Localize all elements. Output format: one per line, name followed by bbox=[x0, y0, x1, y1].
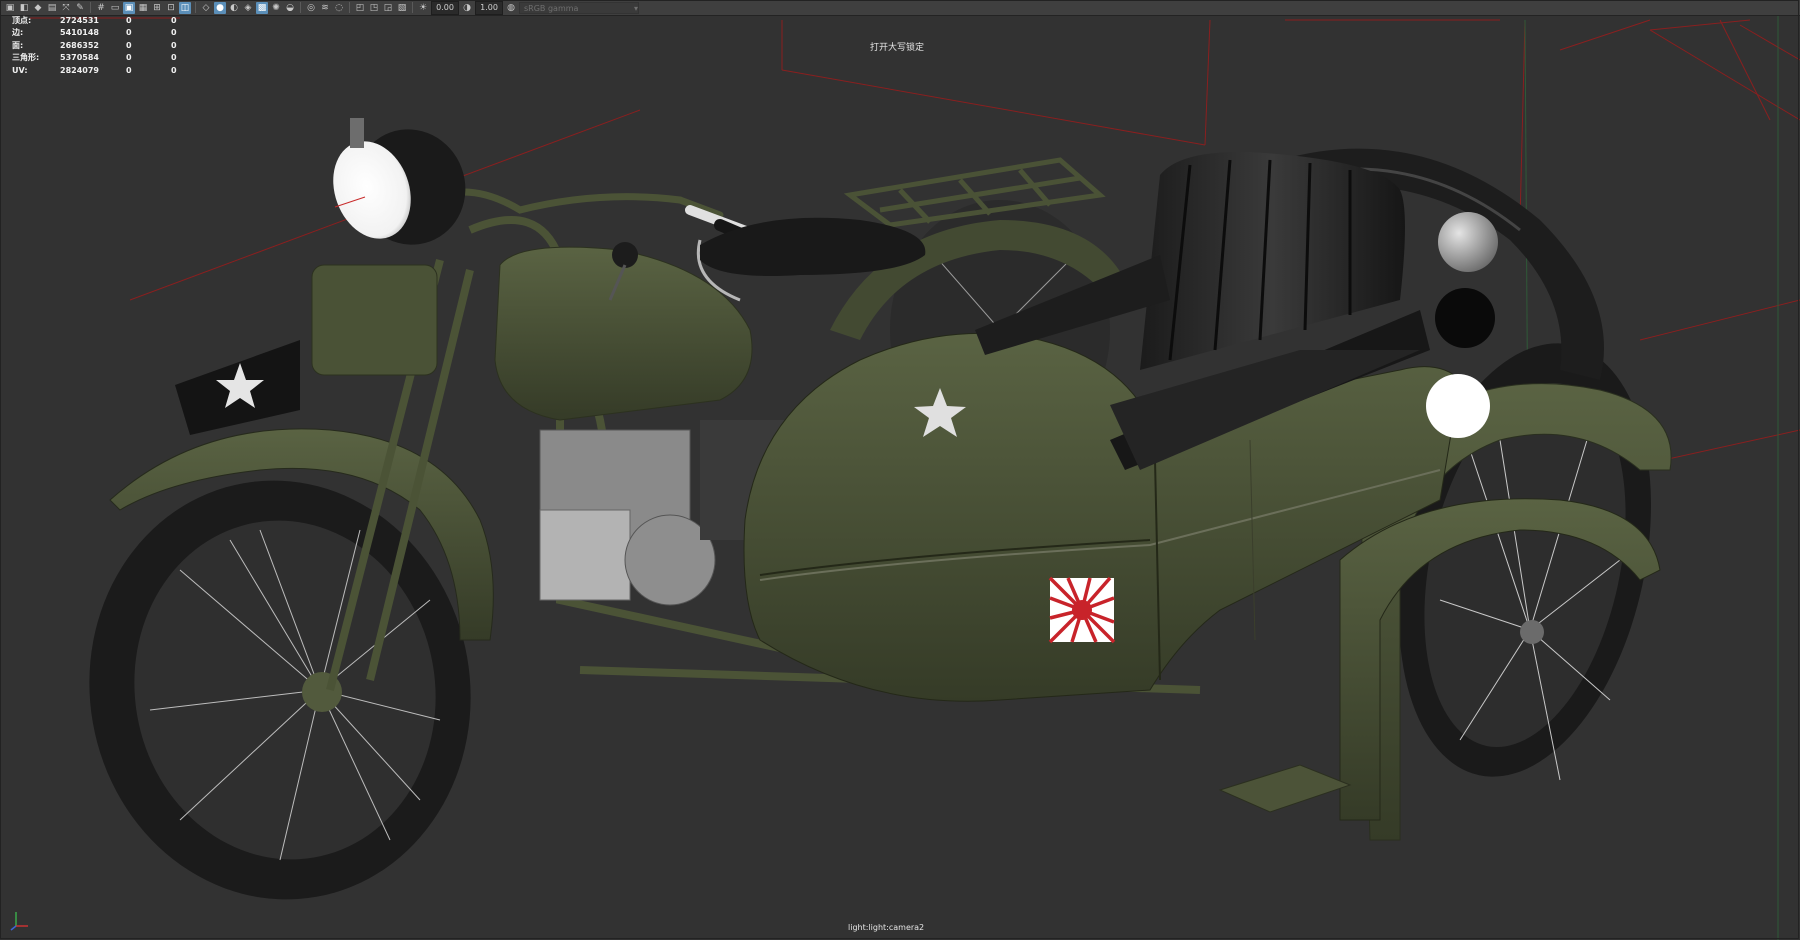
exposure-icon[interactable]: ☀ bbox=[417, 2, 429, 14]
view-transform-value: sRGB gamma bbox=[524, 3, 579, 13]
hud-value-visible: 0 bbox=[171, 53, 177, 63]
hud-value-selected: 0 bbox=[126, 15, 132, 25]
poly-count-hud: 顶点: 2724531 0 0 边: 5410148 0 0 面: 268635… bbox=[12, 14, 191, 77]
hud-row-edges: 边: 5410148 0 0 bbox=[12, 27, 191, 40]
axis-gizmo-icon bbox=[10, 912, 28, 931]
anti-aliasing-icon[interactable]: ◌ bbox=[333, 2, 345, 14]
hud-value-selected: 0 bbox=[126, 65, 132, 75]
hud-label: UV: bbox=[12, 65, 28, 75]
toolbar-separator bbox=[195, 2, 196, 13]
fuel-tank bbox=[494, 246, 753, 421]
toolbar-separator bbox=[90, 2, 91, 13]
safe-action-icon[interactable]: ⊡ bbox=[165, 2, 177, 14]
isolate-select-icon[interactable]: ◰ bbox=[354, 2, 366, 14]
camera-name-label: light:light:camera2 bbox=[848, 923, 925, 932]
image-plane-icon[interactable]: ▤ bbox=[46, 2, 58, 14]
camera-icon[interactable]: ▣ bbox=[4, 2, 16, 14]
light-sphere-grey bbox=[1438, 212, 1498, 272]
xray-icon[interactable]: ◳ bbox=[368, 2, 380, 14]
hud-value-selected: 0 bbox=[126, 53, 132, 63]
wireframe-icon[interactable]: ◇ bbox=[200, 2, 212, 14]
light-sphere-white bbox=[1426, 374, 1490, 438]
two-d-pan-icon[interactable]: ⤧ bbox=[60, 2, 72, 14]
motion-blur-icon[interactable]: ≋ bbox=[319, 2, 331, 14]
hud-value-total: 2824079 bbox=[60, 65, 99, 75]
hud-value-total: 2686352 bbox=[60, 40, 99, 50]
hud-label: 顶点: bbox=[12, 15, 32, 25]
gamma-field[interactable]: 1.00 bbox=[475, 0, 503, 15]
shadows-icon[interactable]: ◒ bbox=[284, 2, 296, 14]
hud-row-vertices: 顶点: 2724531 0 0 bbox=[12, 14, 191, 27]
luggage-rack bbox=[843, 157, 1106, 228]
hud-value-total: 2724531 bbox=[60, 15, 99, 25]
exposure-field[interactable]: 0.00 bbox=[431, 0, 459, 15]
field-chart-icon[interactable]: ⊞ bbox=[151, 2, 163, 14]
caps-lock-message: 打开大写锁定 bbox=[870, 43, 925, 53]
hud-label: 边: bbox=[12, 28, 24, 38]
gamma-icon[interactable]: ◑ bbox=[461, 2, 473, 14]
film-gate-icon[interactable]: ▭ bbox=[109, 2, 121, 14]
ambient-occlusion-icon[interactable]: ◎ bbox=[305, 2, 317, 14]
gate-mask-icon[interactable]: ▦ bbox=[137, 2, 149, 14]
toolbar-separator bbox=[412, 2, 413, 13]
safe-title-icon[interactable]: ◫ bbox=[179, 1, 191, 14]
footboard bbox=[1218, 764, 1352, 813]
chevron-down-icon: ▾ bbox=[633, 3, 638, 13]
toolbar-separator bbox=[349, 2, 350, 13]
hud-value-selected: 0 bbox=[126, 40, 132, 50]
hud-value-visible: 0 bbox=[171, 28, 177, 38]
hud-row-faces: 面: 2686352 0 0 bbox=[12, 39, 191, 52]
color-management-icon[interactable]: ◍ bbox=[505, 2, 517, 14]
wireframe-on-shaded-icon[interactable]: ◈ bbox=[242, 2, 254, 14]
resolution-gate-icon[interactable]: ▣ bbox=[123, 1, 135, 14]
hud-label: 三角形: bbox=[12, 53, 40, 63]
hud-value-total: 5370584 bbox=[60, 53, 99, 63]
xray-joints-icon[interactable]: ◲ bbox=[382, 2, 394, 14]
hud-value-selected: 0 bbox=[126, 28, 132, 38]
hud-value-visible: 0 bbox=[171, 15, 177, 25]
handlebars bbox=[426, 188, 724, 219]
hud-value-visible: 0 bbox=[171, 40, 177, 50]
lights-icon[interactable]: ✺ bbox=[270, 2, 282, 14]
backface-culling-icon[interactable]: ▧ bbox=[396, 2, 408, 14]
textured-icon[interactable]: ▩ bbox=[256, 1, 268, 14]
default-material-icon[interactable]: ◐ bbox=[228, 2, 240, 14]
viewport-panel[interactable]: ▣ ◧ ◆ ▤ ⤧ ✎ # ▭ ▣ ▦ ⊞ ⊡ ◫ ◇ ● ◐ ◈ ▩ ✺ ◒ … bbox=[0, 0, 1800, 940]
viewport-toolbar: ▣ ◧ ◆ ▤ ⤧ ✎ # ▭ ▣ ▦ ⊞ ⊡ ◫ ◇ ● ◐ ◈ ▩ ✺ ◒ … bbox=[0, 0, 1800, 16]
hud-row-uvs: UV: 2824079 0 0 bbox=[12, 64, 191, 77]
grid-icon[interactable]: # bbox=[95, 2, 107, 14]
hud-value-total: 5410148 bbox=[60, 28, 99, 38]
front-plate bbox=[175, 340, 300, 435]
grease-pencil-icon[interactable]: ✎ bbox=[74, 2, 86, 14]
headlight bbox=[333, 118, 466, 245]
bookmark-icon[interactable]: ◆ bbox=[32, 2, 44, 14]
scene-3d-render bbox=[30, 16, 1800, 940]
toolbox bbox=[311, 264, 438, 376]
smooth-shade-icon[interactable]: ● bbox=[214, 1, 226, 14]
hud-value-visible: 0 bbox=[171, 65, 177, 75]
view-transform-select[interactable]: sRGB gamma ▾ bbox=[519, 1, 639, 14]
rising-sun-emblem bbox=[1048, 576, 1116, 644]
camera-attributes-icon[interactable]: ◧ bbox=[18, 2, 30, 14]
toolbar-separator bbox=[300, 2, 301, 13]
hud-label: 面: bbox=[12, 40, 24, 50]
hud-row-triangles: 三角形: 5370584 0 0 bbox=[12, 52, 191, 65]
light-sphere-black bbox=[1435, 288, 1495, 348]
